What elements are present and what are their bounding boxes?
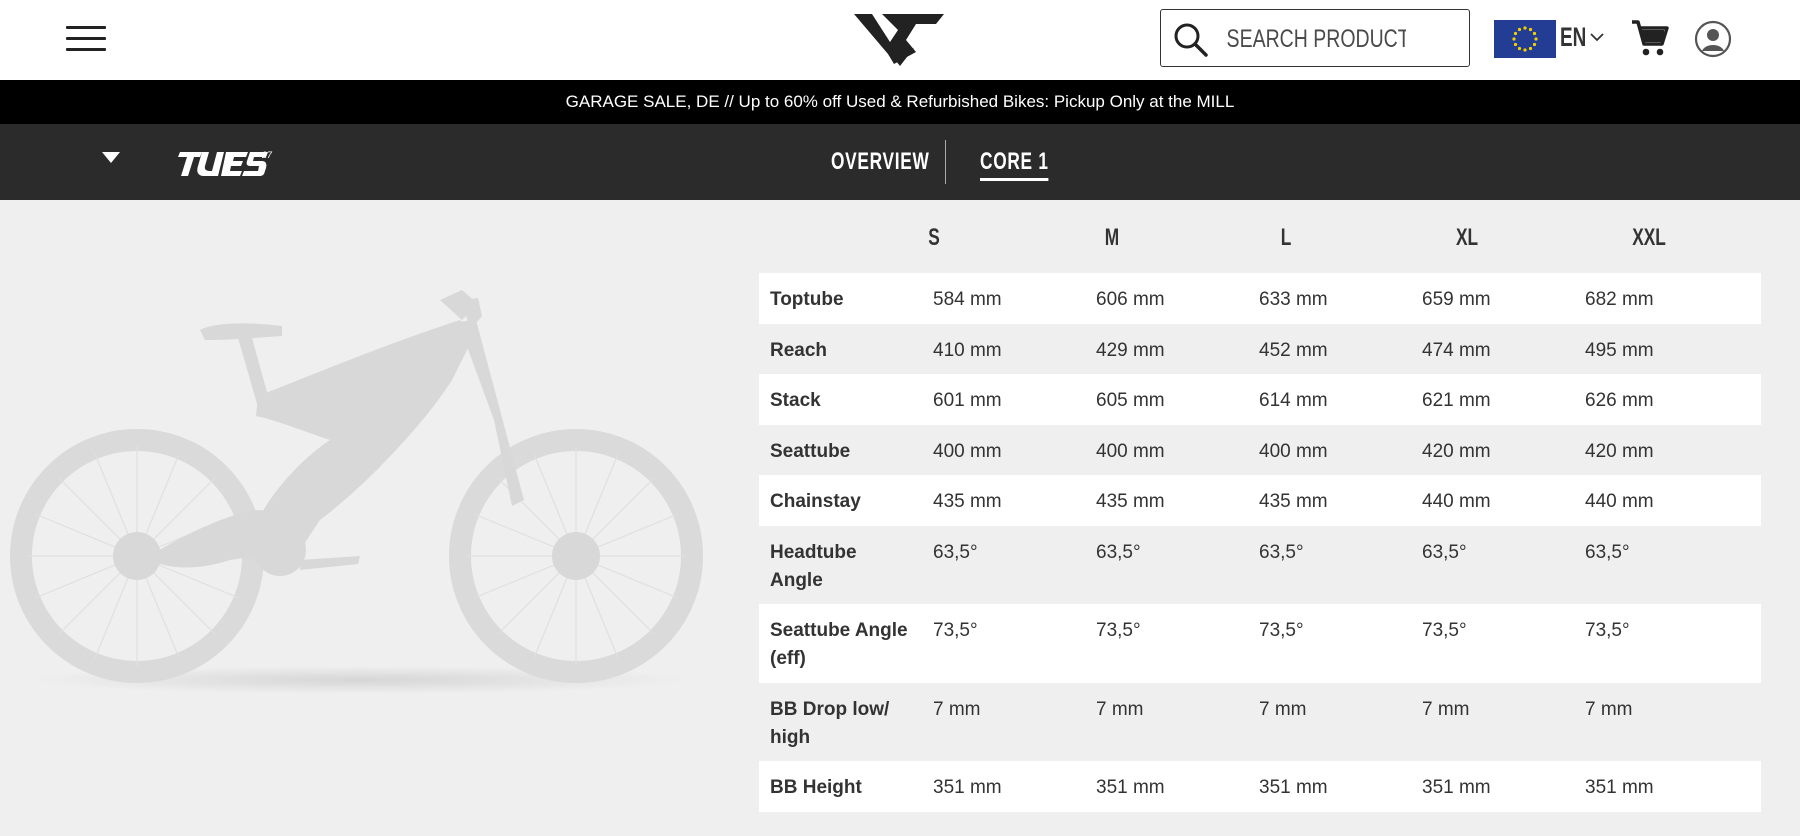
row-label: Stack <box>770 390 821 411</box>
table-cell: 7 mm <box>1096 699 1144 720</box>
table-cell: 63,5° <box>1422 542 1467 563</box>
table-cell: 351 mm <box>1259 777 1328 798</box>
size-header-xxl: XXL <box>1632 224 1666 251</box>
table-cell: 495 mm <box>1585 340 1654 361</box>
table-cell: 351 mm <box>933 777 1002 798</box>
account-icon[interactable] <box>1694 20 1732 58</box>
table-cell: 633 mm <box>1259 289 1328 310</box>
table-cell: 7 mm <box>1422 699 1470 720</box>
table-cell: 682 mm <box>1585 289 1654 310</box>
row-label: BB Drop low/ high <box>770 699 890 748</box>
row-label: BB Height <box>770 777 862 798</box>
table-cell: 63,5° <box>1585 542 1630 563</box>
row-label: Seattube Angle (eff) <box>770 620 908 669</box>
table-row: Seattube Angle (eff) 73,5° 73,5° 73,5° 7… <box>759 604 1761 683</box>
table-cell: 435 mm <box>1259 491 1328 512</box>
svg-text:27: 27 <box>261 150 273 160</box>
search-icon[interactable] <box>1173 22 1209 58</box>
row-label: Toptube <box>770 289 844 310</box>
size-header-xl: XL <box>1455 224 1479 251</box>
table-cell: 410 mm <box>933 340 1002 361</box>
table-row: Toptube 584 mm 606 mm 633 mm 659 mm 682 … <box>759 273 1761 324</box>
table-cell: 7 mm <box>1259 699 1307 720</box>
table-cell: 440 mm <box>1585 491 1654 512</box>
table-cell: 659 mm <box>1422 289 1491 310</box>
tab-divider <box>945 140 946 184</box>
table-cell: 73,5° <box>1259 620 1304 641</box>
table-cell: 63,5° <box>1259 542 1304 563</box>
table-cell: 429 mm <box>1096 340 1165 361</box>
promo-banner[interactable]: GARAGE SALE, DE // Up to 60% off Used & … <box>0 80 1800 124</box>
brand-logo[interactable] <box>852 10 946 68</box>
geometry-table: Toptube 584 mm 606 mm 633 mm 659 mm 682 … <box>759 273 1761 812</box>
table-cell: 614 mm <box>1259 390 1328 411</box>
table-row: Reach 410 mm 429 mm 452 mm 474 mm 495 mm <box>759 324 1761 374</box>
table-cell: 435 mm <box>933 491 1002 512</box>
row-label: Chainstay <box>770 491 861 512</box>
table-cell: 605 mm <box>1096 390 1165 411</box>
table-row: Headtube Angle 63,5° 63,5° 63,5° 63,5° 6… <box>759 526 1761 604</box>
table-cell: 351 mm <box>1422 777 1491 798</box>
language-selector[interactable]: EN <box>1560 22 1586 53</box>
tab-overview[interactable]: OVERVIEW <box>831 148 930 176</box>
table-cell: 440 mm <box>1422 491 1491 512</box>
chevron-down-icon[interactable] <box>1590 32 1604 42</box>
tab-core-1[interactable]: CORE 1 <box>980 148 1049 181</box>
size-header-l: L <box>1280 224 1292 251</box>
table-row: Stack 601 mm 605 mm 614 mm 621 mm 626 mm <box>759 374 1761 425</box>
table-row: Seattube 400 mm 400 mm 400 mm 420 mm 420… <box>759 425 1761 475</box>
cart-icon[interactable] <box>1630 18 1670 58</box>
model-logo[interactable]: 27 <box>176 148 280 178</box>
bike-image <box>10 290 703 694</box>
caret-down-icon[interactable] <box>102 152 120 163</box>
table-cell: 400 mm <box>933 441 1002 462</box>
table-cell: 621 mm <box>1422 390 1491 411</box>
table-cell: 73,5° <box>933 620 978 641</box>
table-cell: 351 mm <box>1096 777 1165 798</box>
table-cell: 351 mm <box>1585 777 1654 798</box>
table-cell: 7 mm <box>933 699 981 720</box>
size-header-s: S <box>928 224 940 251</box>
table-cell: 63,5° <box>933 542 978 563</box>
row-label: Reach <box>770 340 828 361</box>
row-label: Headtube Angle <box>770 542 857 591</box>
table-cell: 601 mm <box>933 390 1002 411</box>
eu-flag-icon[interactable] <box>1494 20 1556 58</box>
table-cell: 584 mm <box>933 289 1002 310</box>
table-row: BB Drop low/ high 7 mm 7 mm 7 mm 7 mm 7 … <box>759 683 1761 761</box>
table-cell: 474 mm <box>1422 340 1491 361</box>
table-cell: 73,5° <box>1585 620 1630 641</box>
table-cell: 400 mm <box>1259 441 1328 462</box>
search-box[interactable] <box>1160 9 1470 67</box>
table-cell: 420 mm <box>1422 441 1491 462</box>
menu-icon[interactable] <box>66 24 106 54</box>
top-header: EN <box>0 0 1800 80</box>
table-cell: 7 mm <box>1585 699 1633 720</box>
table-cell: 73,5° <box>1422 620 1467 641</box>
table-cell: 420 mm <box>1585 441 1654 462</box>
table-cell: 626 mm <box>1585 390 1654 411</box>
search-input[interactable] <box>1225 20 1408 58</box>
row-label: Seattube <box>770 441 851 462</box>
table-cell: 400 mm <box>1096 441 1165 462</box>
table-row: Chainstay 435 mm 435 mm 435 mm 440 mm 44… <box>759 475 1761 526</box>
table-row: BB Height 351 mm 351 mm 351 mm 351 mm 35… <box>759 761 1761 812</box>
size-header-m: M <box>1104 224 1120 251</box>
table-cell: 452 mm <box>1259 340 1328 361</box>
table-cell: 606 mm <box>1096 289 1165 310</box>
table-cell: 435 mm <box>1096 491 1165 512</box>
table-cell: 73,5° <box>1096 620 1141 641</box>
model-subnav: 27 OVERVIEW CORE 1 <box>0 124 1800 200</box>
table-cell: 63,5° <box>1096 542 1141 563</box>
